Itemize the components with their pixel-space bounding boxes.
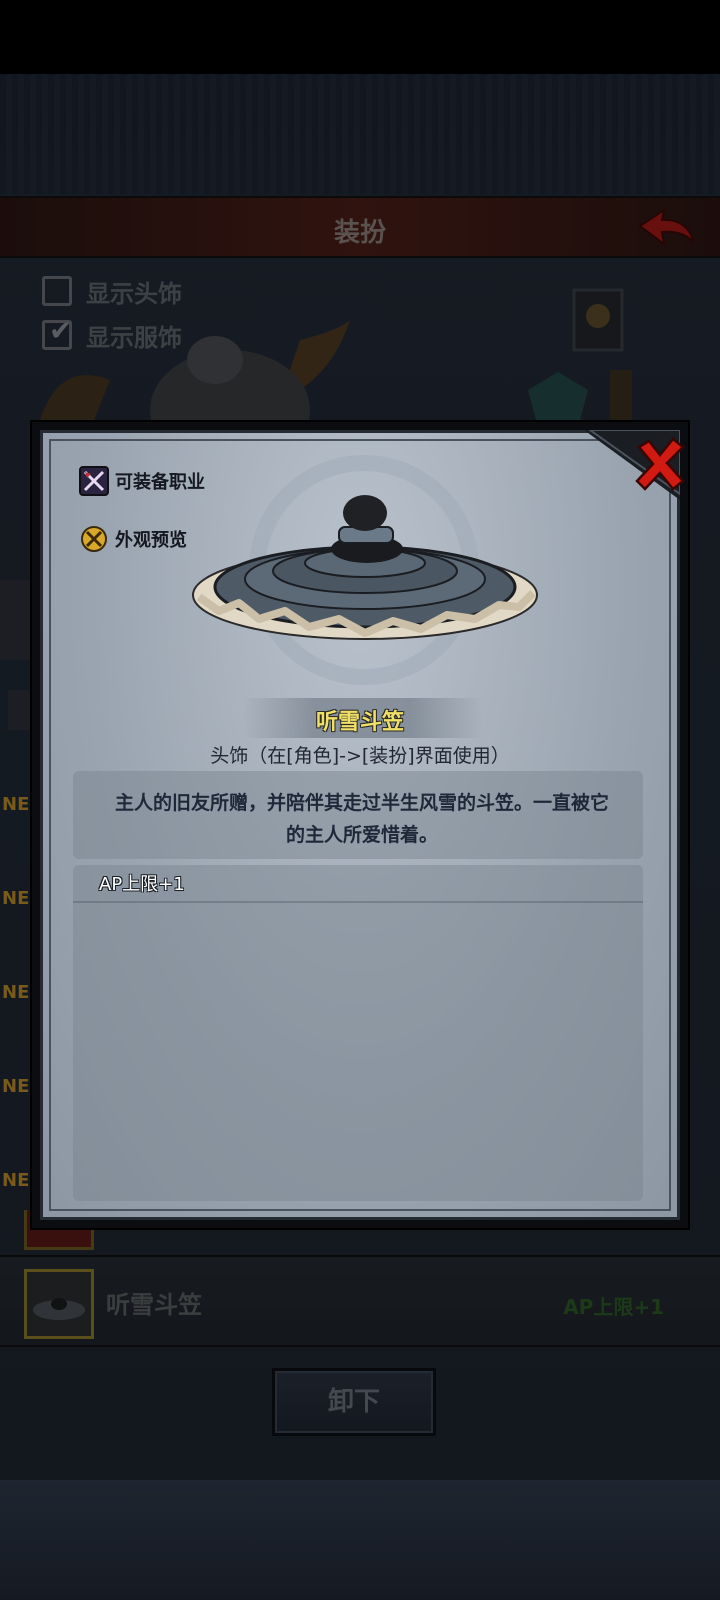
appearance-preview-label: 外观预览	[115, 530, 187, 551]
popup-panel: 可装备职业 外观预览 听雪斗笠 头饰（在[角色]->[装扮]界面使用） 主人的旧…	[40, 430, 685, 1220]
item-description-box: 主人的旧友所赠，并陪伴其走过半生风雪的斗笠。一直被它的主人所爱惜着。	[73, 771, 643, 859]
equippable-classes-label: 可装备职业	[115, 472, 205, 493]
item-name: 听雪斗笠	[315, 710, 404, 735]
item-description: 主人的旧友所赠，并陪伴其走过半生风雪的斗笠。一直被它的主人所爱惜着。	[114, 792, 609, 846]
divider	[73, 901, 643, 903]
appearance-preview-button[interactable]: 外观预览	[79, 521, 187, 557]
item-stat: AP上限+1	[99, 874, 185, 895]
close-icon[interactable]	[633, 437, 687, 491]
preview-tools-icon	[79, 524, 109, 554]
item-stats-box: AP上限+1	[73, 865, 643, 1201]
straw-hat-icon	[192, 495, 538, 640]
class-swords-icon	[79, 466, 109, 496]
equippable-classes-button[interactable]: 可装备职业	[79, 463, 205, 499]
item-type: 头饰（在[角色]->[装扮]界面使用）	[210, 745, 510, 767]
item-detail-popup: 可装备职业 外观预览 听雪斗笠 头饰（在[角色]->[装扮]界面使用） 主人的旧…	[30, 420, 690, 1230]
